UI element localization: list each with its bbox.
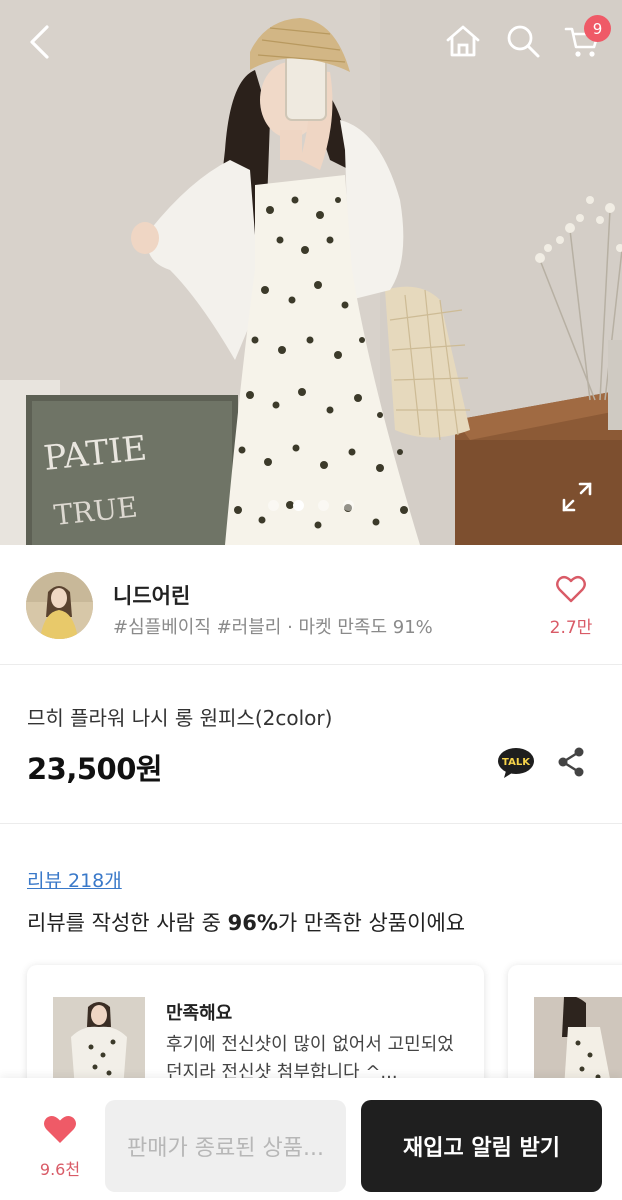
search-button[interactable] — [500, 18, 546, 64]
gallery-dot-active[interactable] — [293, 500, 304, 511]
heart-filled-icon — [44, 1116, 76, 1143]
wishlist-button[interactable] — [30, 1114, 90, 1148]
review-photo — [53, 997, 145, 1089]
seller-name[interactable]: 니드어린 — [113, 580, 190, 610]
kakaotalk-button[interactable]: TALK — [497, 747, 535, 779]
summary-suffix: 가 만족한 상품이에요 — [277, 911, 466, 935]
review-satisfaction-summary: 리뷰를 작성한 사람 중 96%가 만족한 상품이에요 — [27, 907, 465, 937]
seller-like-count: 2.7만 — [549, 618, 593, 638]
product-photo: PATIE TRUE — [0, 0, 622, 545]
bottom-action-bar: 9.6천 판매가 종료된 상품... 재입고 알림 받기 — [0, 1078, 622, 1200]
gallery-dot[interactable] — [318, 500, 329, 511]
expand-image-button[interactable] — [560, 480, 594, 514]
seller-avatar-image — [26, 572, 93, 639]
expand-icon — [562, 482, 592, 512]
summary-prefix: 리뷰를 작성한 사람 중 — [27, 911, 228, 935]
summary-percentage: 96% — [227, 911, 278, 935]
home-icon — [446, 25, 480, 57]
product-price: 23,500원 — [27, 752, 163, 786]
sold-out-button: 판매가 종료된 상품... — [105, 1100, 346, 1192]
home-button[interactable] — [440, 18, 486, 64]
search-icon — [507, 25, 540, 58]
review-photo — [534, 997, 622, 1089]
seller-like-button[interactable] — [548, 575, 594, 607]
seller-tags: #심플베이직 #러블리 · 마켓 만족도 91% — [113, 617, 433, 638]
review-title: 만족해요 — [166, 1003, 233, 1024]
wishlist-count: 9.6천 — [39, 1160, 81, 1179]
product-title: 므히 플라워 나시 롱 원피스(2color) — [27, 706, 333, 730]
product-info: 므히 플라워 나시 롱 원피스(2color) 23,500원 TALK — [0, 666, 622, 824]
talk-label: TALK — [502, 757, 531, 768]
chevron-left-icon — [30, 25, 49, 59]
seller-avatar[interactable] — [26, 572, 93, 639]
share-button[interactable] — [555, 746, 587, 778]
gallery-pagination — [0, 500, 622, 511]
review-count-link[interactable]: 리뷰 218개 — [27, 866, 122, 893]
heart-outline-icon — [556, 575, 586, 603]
seller-section[interactable]: 니드어린 #심플베이직 #러블리 · 마켓 만족도 91% 2.7만 — [0, 545, 622, 665]
gallery-dot[interactable] — [343, 500, 354, 511]
gallery-dot[interactable] — [268, 500, 279, 511]
restock-notify-button[interactable]: 재입고 알림 받기 — [361, 1100, 602, 1192]
product-image-gallery[interactable]: PATIE TRUE 9 — [0, 0, 622, 545]
kakaotalk-icon: TALK — [498, 748, 534, 778]
share-icon — [558, 747, 584, 777]
back-button[interactable] — [18, 20, 62, 64]
cart-count-badge: 9 — [584, 15, 611, 42]
